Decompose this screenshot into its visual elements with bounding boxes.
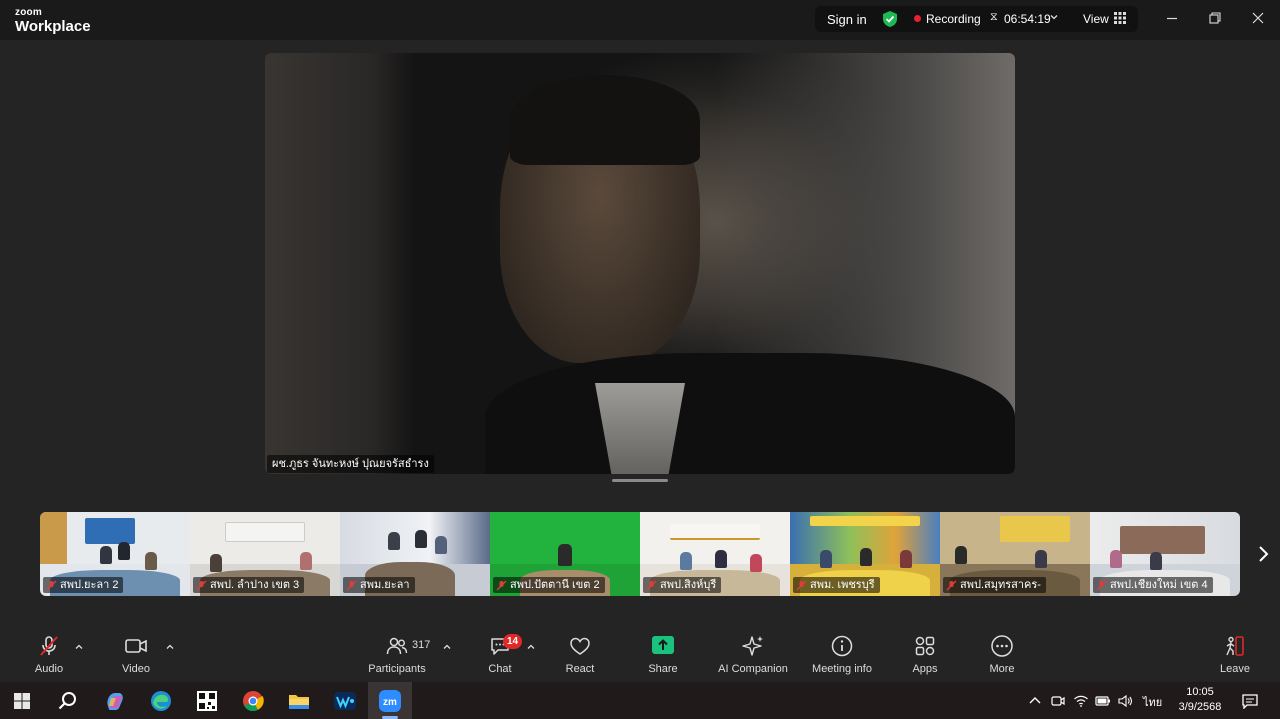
video-tile[interactable]: สพป.สิงห์บุรี [640,512,790,596]
apps-icon [915,636,935,656]
camera-icon [125,639,147,653]
chevron-right-icon[interactable] [1252,543,1274,565]
gallery-strip: สพป.ยะลา 2 สพป. ลำปาง เขต 3 สพม.ยะลา สพป… [40,512,1240,596]
video-tile[interactable]: สพป.ปัตตานี เขต 2 [490,512,640,596]
chat-button[interactable]: Chat [460,634,540,678]
leave-exit-icon [1226,636,1244,656]
chat-unread-badge: 14 [503,634,523,649]
close-icon[interactable] [1250,10,1266,26]
clock-date: 3/9/2568 [1178,701,1222,713]
video-tile[interactable]: สพป.สมุทรสาคร- [940,512,1090,596]
mic-off-icon [796,580,807,590]
mic-off-icon [1096,580,1107,590]
zoom-window: zoom Workplace Sign in Recording ⧖ 06:54… [0,0,1280,682]
show-hidden-icons-chevron-icon[interactable] [1027,694,1043,708]
search-icon[interactable] [55,688,81,714]
info-icon [831,635,853,657]
audio-button[interactable]: Audio [9,634,89,678]
heart-icon [570,637,590,655]
sparkle-icon [742,636,763,656]
recording-indicator[interactable]: Recording [926,12,981,26]
chat-options-caret-icon[interactable] [526,642,536,652]
webex-icon[interactable] [332,688,358,714]
video-tile[interactable]: สพม. เพชรบุรี [790,512,940,596]
participant-name: สพม.ยะลา [360,579,410,591]
ai-companion-button[interactable]: AI Companion [713,634,793,678]
mic-off-icon [946,580,957,590]
zoom-workplace-logo: zoom Workplace [15,7,91,35]
resize-handle[interactable] [612,479,668,482]
speaker-suit [485,353,1015,474]
more-button[interactable]: More [962,634,1042,678]
active-speaker-name: ผช.ภูธร จันทะหงษ์ ปุณยจรัสธำรง [267,455,434,473]
volume-icon[interactable] [1117,694,1133,708]
participants-count: 317 [412,639,431,651]
file-explorer-icon[interactable] [286,688,312,714]
minimize-icon[interactable] [1164,10,1180,26]
mic-off-icon [196,580,207,590]
chevron-down-icon[interactable] [1049,12,1059,22]
copilot-icon[interactable] [102,688,128,714]
meeting-timer: 06:54:19 [1004,12,1051,26]
mic-off-icon [496,580,507,590]
video-tile[interactable]: สพป.ยะลา 2 [40,512,190,596]
title-bar: zoom Workplace Sign in Recording ⧖ 06:54… [0,0,1280,40]
mic-off-icon [646,580,657,590]
participant-name: สพป.ปัตตานี เขต 2 [510,579,600,591]
grid-view-icon[interactable] [1114,12,1126,24]
hourglass-icon: ⧖ [990,11,998,23]
qr-code-app-icon[interactable] [194,688,220,714]
more-dots-icon [991,635,1013,657]
audio-options-caret-icon[interactable] [74,642,84,652]
restore-icon[interactable] [1207,10,1223,26]
meeting-toolbar: Audio Video Participants 317 Chat 14 Rea… [0,626,1280,682]
chrome-browser-icon[interactable] [240,688,266,714]
participant-name: สพม. เพชรบุรี [810,579,875,591]
participant-name: สพป. ลำปาง เขต 3 [210,579,300,591]
video-tile[interactable]: สพป. ลำปาง เขต 3 [190,512,340,596]
video-button[interactable]: Video [96,634,176,678]
recording-dot-icon [914,15,921,22]
windows-taskbar: zm [0,682,1280,719]
participant-name: สพป.สมุทรสาคร- [960,579,1041,591]
wifi-icon[interactable] [1073,694,1089,708]
windows-start-icon[interactable] [9,688,35,714]
react-button[interactable]: React [540,634,620,678]
participants-options-caret-icon[interactable] [442,642,452,652]
participant-name: สพป.สิงห์บุรี [660,579,717,591]
share-screen-icon [652,636,674,654]
input-language-indicator[interactable]: ไทย [1143,693,1162,711]
mic-muted-icon [40,636,58,656]
participants-icon [386,637,408,655]
edge-browser-icon[interactable] [148,688,174,714]
video-options-caret-icon[interactable] [165,642,175,652]
video-tile[interactable]: สพป.เชียงใหม่ เขต 4 [1090,512,1240,596]
battery-icon[interactable] [1095,694,1111,708]
sign-in-button[interactable]: Sign in [827,12,867,27]
view-button[interactable]: View [1083,12,1109,26]
clock-time: 10:05 [1186,686,1214,698]
svg-text:zm: zm [383,697,397,708]
zoom-app-icon[interactable]: zm [377,688,403,714]
video-tile[interactable]: สพม.ยะลา [340,512,490,596]
notifications-icon[interactable] [1241,693,1259,709]
active-speaker-video[interactable] [265,53,1015,474]
encryption-shield-icon[interactable] [881,10,899,28]
participant-name: สพป.ยะลา 2 [60,579,119,591]
share-button[interactable]: Share [623,634,703,678]
leave-button[interactable]: Leave [1195,634,1275,678]
apps-button[interactable]: Apps [885,634,965,678]
taskbar-clock[interactable]: 10:05 3/9/2568 [1170,685,1230,715]
mic-off-icon [46,580,57,590]
mic-off-icon [346,580,357,590]
meeting-info-button[interactable]: Meeting info [802,634,882,678]
participant-name: สพป.เชียงใหม่ เขต 4 [1110,579,1208,591]
meet-now-icon[interactable] [1050,694,1066,708]
